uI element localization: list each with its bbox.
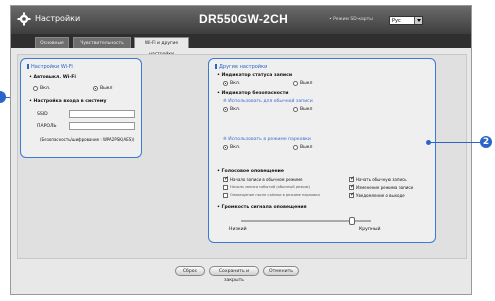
wifi-auto-off-off-label: Выкл bbox=[100, 86, 113, 91]
security-normal-off-label: Выкл bbox=[300, 107, 313, 112]
callout-line-right bbox=[430, 142, 480, 143]
voice-begin-normal-label: Начать обычную запись bbox=[356, 177, 407, 182]
voice-begin-normal-checkbox[interactable] bbox=[349, 176, 355, 182]
voice-parking-after-checkbox[interactable] bbox=[223, 193, 228, 198]
titlebar: Настройки DR550GW-2CH • Режим SD-карты Р… bbox=[11, 6, 471, 34]
security-normal-off-radio[interactable] bbox=[293, 107, 298, 112]
volume-high-label: Крупный bbox=[359, 227, 381, 232]
wifi-settings-header: Настройки Wi-Fi bbox=[27, 64, 73, 70]
security-parking-off-label: Выкл bbox=[300, 145, 313, 150]
main-content: Настройки Wi-Fi • Автовыкл. Wi-Fi Вкл. В… bbox=[17, 54, 467, 259]
security-encryption-text: (Безопасность/шифрование : WPA2PSK(AES)) bbox=[40, 137, 135, 142]
rec-status-indicator-label: • Индикатор статуса записи bbox=[217, 73, 293, 78]
alert-volume-label: • Громкость сигнала оповещения bbox=[217, 205, 307, 210]
reset-button[interactable]: Сброс bbox=[175, 266, 205, 276]
voice-mode-change-checkbox[interactable] bbox=[349, 184, 355, 190]
rec-status-off-radio[interactable] bbox=[293, 81, 298, 86]
voice-mode-change-label: Изменение режима записи bbox=[356, 185, 414, 190]
voice-exit-label: Уведомление о выходе bbox=[356, 193, 405, 198]
gear-icon bbox=[17, 12, 31, 26]
wifi-auto-off-on-label: Вкл. bbox=[40, 86, 51, 91]
security-normal-label: ※ Использовать для обычной записи bbox=[223, 99, 313, 104]
tab-basic[interactable]: Основные bbox=[35, 37, 69, 48]
window-title: Настройки bbox=[35, 14, 81, 23]
security-normal-on-radio[interactable] bbox=[223, 107, 228, 112]
wifi-auto-off-off-radio[interactable] bbox=[93, 86, 98, 91]
login-settings-label: • Настройка входа в систему bbox=[29, 99, 107, 104]
security-parking-on-radio[interactable] bbox=[223, 145, 228, 150]
ssid-input[interactable] bbox=[69, 110, 135, 118]
volume-slider-knob[interactable] bbox=[348, 217, 355, 225]
voice-normal-start-label: Начало записи в обычном режиме bbox=[230, 177, 303, 182]
security-parking-on-label: Вкл. bbox=[230, 145, 241, 150]
voice-event-start-checkbox[interactable] bbox=[223, 185, 228, 190]
rec-status-on-radio[interactable] bbox=[223, 81, 228, 86]
other-settings-panel: Другие настройки • Индикатор статуса зап… bbox=[208, 58, 436, 243]
password-label: ПАРОЛЬ bbox=[37, 124, 57, 129]
tab-sensitivity[interactable]: Чувствительность bbox=[73, 37, 131, 48]
security-indicator-label: • Индикатор безопасности bbox=[217, 91, 289, 96]
volume-low-label: Низкий bbox=[229, 227, 247, 232]
voice-exit-checkbox[interactable] bbox=[349, 192, 355, 198]
device-model: DR550GW-2CH bbox=[199, 12, 289, 26]
voice-event-start-label: Начало записи событий (обычный режим) bbox=[230, 185, 310, 189]
voice-parking-after-label: Оповещение после съёмки в режиме парковк… bbox=[230, 193, 320, 197]
chevron-down-icon bbox=[414, 17, 422, 24]
tab-wifi-other[interactable]: Wi-Fi и другие настройки bbox=[134, 37, 189, 57]
save-close-button[interactable]: Сохранить и закрыть bbox=[209, 266, 259, 283]
tab-bar: Основные Чувствительность Wi-Fi и другие… bbox=[11, 34, 471, 57]
cancel-button[interactable]: Отменить bbox=[263, 266, 299, 276]
wifi-settings-panel: Настройки Wi-Fi • Автовыкл. Wi-Fi Вкл. В… bbox=[20, 58, 142, 158]
callout-badge-right: 2 bbox=[480, 136, 492, 148]
language-value: Рус bbox=[392, 18, 401, 24]
language-select[interactable]: Рус bbox=[389, 16, 423, 25]
wifi-auto-off-on-radio[interactable] bbox=[33, 86, 38, 91]
callout-badge-left bbox=[0, 91, 6, 103]
settings-window: Настройки DR550GW-2CH • Режим SD-карты Р… bbox=[10, 5, 472, 295]
ssid-label: SSID bbox=[37, 112, 48, 117]
wifi-auto-off-label: • Автовыкл. Wi-Fi bbox=[29, 75, 76, 80]
security-parking-off-radio[interactable] bbox=[293, 145, 298, 150]
rec-status-on-label: Вкл. bbox=[230, 81, 241, 86]
security-normal-on-label: Вкл. bbox=[230, 107, 241, 112]
rec-status-off-label: Выкл bbox=[300, 81, 313, 86]
voice-notification-label: • Голосовое оповещение bbox=[217, 169, 285, 174]
password-input[interactable] bbox=[69, 122, 135, 130]
security-parking-label: ※ Использовать в режиме парковки bbox=[223, 137, 311, 142]
voice-normal-start-checkbox[interactable] bbox=[223, 176, 229, 182]
sd-card-mode-link[interactable]: • Режим SD-карты bbox=[329, 17, 373, 22]
other-settings-header: Другие настройки bbox=[215, 64, 267, 70]
